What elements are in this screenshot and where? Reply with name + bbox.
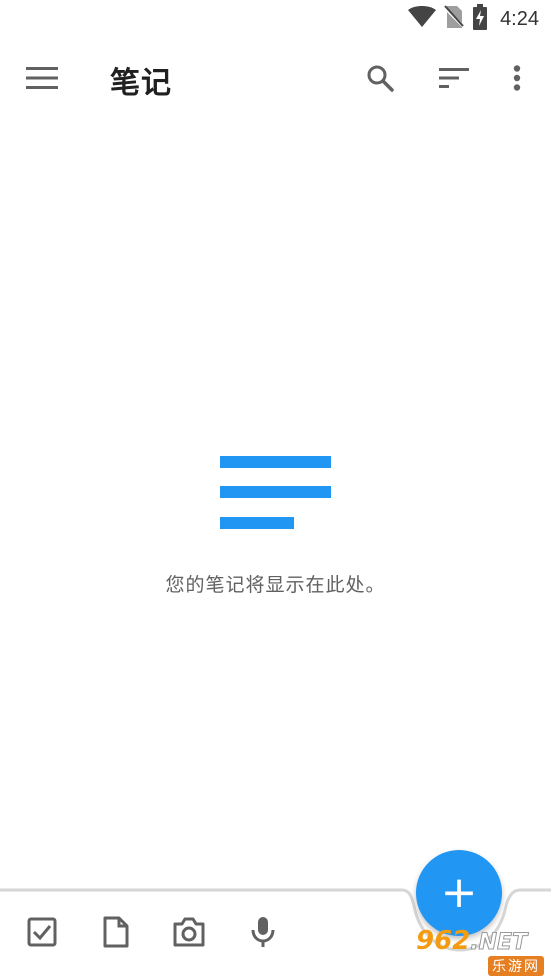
sort-icon: [439, 68, 469, 92]
notes-lines-icon: [220, 456, 332, 532]
battery-charging-icon: [472, 4, 488, 34]
app-bar: 笔记: [0, 38, 551, 122]
watermark-logo: 962.NET 乐游网: [416, 926, 550, 976]
plus-icon: +: [440, 867, 478, 918]
search-icon: [366, 64, 394, 96]
search-button[interactable]: [358, 58, 402, 102]
new-photo-note-button[interactable]: [169, 914, 209, 954]
new-note-button[interactable]: [96, 914, 136, 954]
menu-icon: [26, 67, 58, 93]
more-options-button[interactable]: [495, 58, 539, 102]
checkbox-icon: [27, 917, 57, 951]
microphone-icon: [251, 916, 275, 952]
sort-button[interactable]: [432, 58, 476, 102]
camera-icon: [172, 917, 206, 951]
page-title: 笔记: [110, 66, 172, 101]
empty-state-message: 您的笔记将显示在此处。: [165, 574, 386, 596]
menu-button[interactable]: [22, 60, 62, 100]
new-voice-note-button[interactable]: [243, 914, 283, 954]
status-icons: 4:24: [408, 4, 539, 34]
watermark-sub: 乐游网: [488, 956, 544, 976]
new-checklist-button[interactable]: [22, 914, 62, 954]
add-note-fab[interactable]: +: [416, 850, 502, 936]
document-icon: [103, 916, 129, 952]
no-sim-icon: [443, 5, 466, 33]
status-bar: 4:24: [0, 0, 551, 38]
more-vert-icon: [513, 65, 521, 95]
status-time: 4:24: [500, 7, 539, 30]
wifi-icon: [408, 6, 437, 32]
watermark-main: 962.NET: [416, 926, 528, 956]
